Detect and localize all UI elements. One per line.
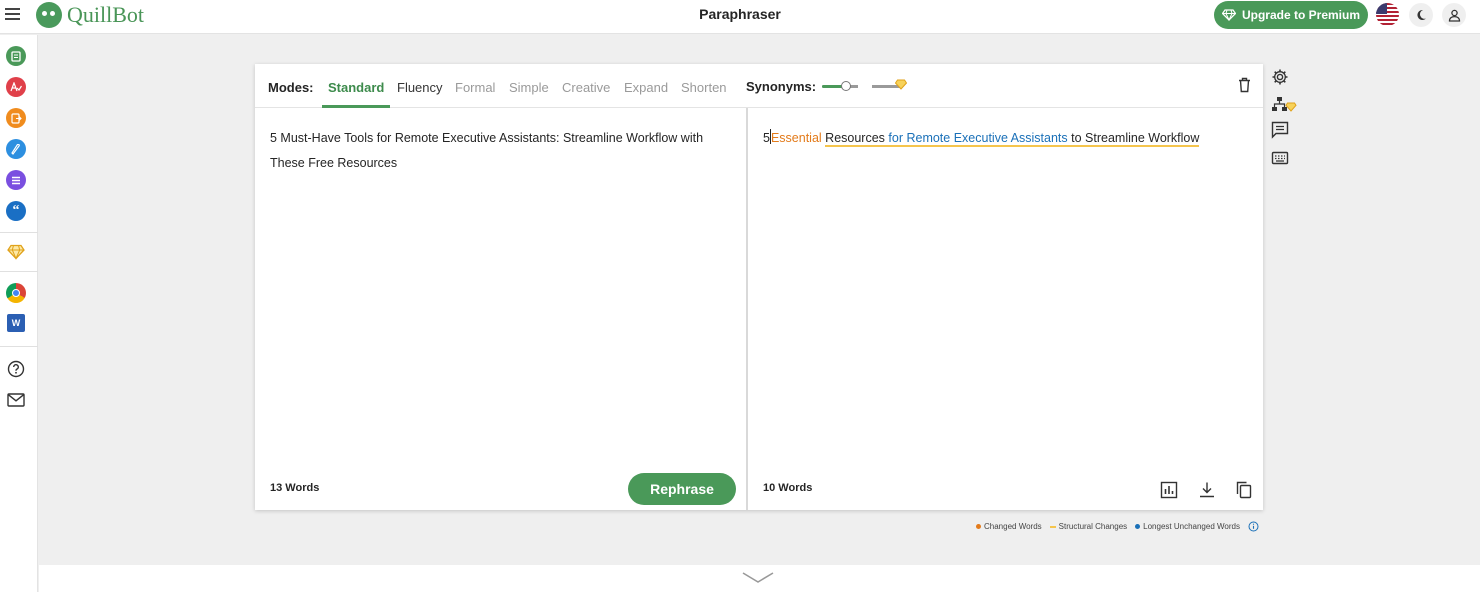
pane-divider	[746, 108, 748, 510]
tab-fluency[interactable]: Fluency	[397, 80, 443, 95]
legend-unchanged-label: Longest Unchanged Words	[1143, 522, 1240, 531]
trash-icon[interactable]	[1238, 77, 1251, 93]
tab-shorten[interactable]: Shorten	[681, 80, 727, 95]
paraphraser-icon[interactable]	[6, 46, 26, 66]
tab-standard[interactable]: Standard	[328, 80, 384, 95]
plagiarism-checker-icon[interactable]	[6, 108, 26, 128]
synonyms-slider[interactable]	[822, 79, 907, 91]
changed-word[interactable]: Essential	[771, 131, 822, 145]
output-text-area[interactable]: 5Essential Resources for Remote Executiv…	[763, 126, 1243, 151]
chrome-extension-icon[interactable]	[6, 283, 26, 303]
diamond-icon	[1221, 9, 1236, 21]
unchanged-dot	[1135, 524, 1141, 529]
user-icon	[1448, 9, 1460, 22]
account-button[interactable]	[1442, 3, 1466, 27]
tab-expand[interactable]: Expand	[624, 80, 668, 95]
slider-gap	[858, 82, 872, 90]
summarizer-icon[interactable]	[6, 170, 26, 190]
input-text-area[interactable]: 5 Must-Have Tools for Remote Executive A…	[270, 126, 730, 176]
grammar-checker-icon[interactable]	[6, 77, 26, 97]
mail-icon[interactable]	[6, 390, 26, 410]
output-word[interactable]: 5	[763, 131, 770, 145]
top-bar: QuillBot Paraphraser Upgrade to Premium	[0, 0, 1480, 34]
page-title: Paraphraser	[699, 6, 781, 22]
copy-icon[interactable]	[1235, 481, 1253, 499]
legend-changed: Changed Words	[976, 522, 1042, 531]
unchanged-phrase[interactable]: for Remote Executive Assistants	[888, 131, 1068, 147]
rail-divider	[0, 346, 38, 347]
tools-sidebar: “ W	[0, 35, 38, 592]
menu-icon[interactable]	[5, 8, 21, 22]
citation-generator-icon[interactable]: “	[6, 201, 26, 221]
mode-bar: Modes: Standard Fluency Formal Simple Cr…	[255, 64, 1263, 108]
help-icon[interactable]	[6, 359, 26, 379]
word-addin-icon[interactable]: W	[7, 314, 25, 332]
quillbot-logo-icon	[36, 2, 62, 28]
color-legend: Changed Words Structural Changes Longest…	[976, 521, 1259, 532]
output-word-count: 10 Words	[763, 482, 813, 494]
co-writer-icon[interactable]	[6, 139, 26, 159]
legend-structural-label: Structural Changes	[1058, 522, 1128, 531]
legend-unchanged: Longest Unchanged Words	[1135, 522, 1240, 531]
legend-structural: Structural Changes	[1049, 522, 1128, 531]
tab-formal[interactable]: Formal	[455, 80, 495, 95]
legend-changed-label: Changed Words	[984, 522, 1042, 531]
keyboard-shortcuts-icon[interactable]	[1271, 149, 1289, 167]
modes-label: Modes:	[268, 80, 314, 95]
tab-simple[interactable]: Simple	[509, 80, 549, 95]
paraphraser-card: Modes: Standard Fluency Formal Simple Cr…	[255, 64, 1263, 510]
synonyms-label: Synonyms:	[746, 79, 817, 94]
changed-dot	[976, 524, 981, 529]
premium-diamond-icon[interactable]	[6, 242, 26, 262]
rail-divider	[0, 232, 38, 233]
slider-premium-diamond-icon	[895, 79, 907, 90]
upgrade-label: Upgrade to Premium	[1241, 8, 1361, 22]
upgrade-premium-button[interactable]: Upgrade to Premium	[1214, 1, 1368, 29]
download-icon[interactable]	[1198, 481, 1216, 499]
statistics-icon[interactable]	[1160, 481, 1178, 499]
structural-dash	[1049, 525, 1056, 528]
input-word-count: 13 Words	[270, 482, 320, 494]
logo-text: QuillBot	[67, 2, 145, 27]
rail-divider	[0, 271, 38, 272]
structural-phrase[interactable]: Resources	[825, 131, 889, 147]
info-icon[interactable]	[1248, 521, 1259, 532]
compare-modes-icon[interactable]	[1271, 96, 1297, 114]
feedback-icon[interactable]	[1271, 121, 1289, 139]
settings-gear-icon[interactable]	[1271, 68, 1289, 86]
dark-mode-button[interactable]	[1409, 3, 1433, 27]
moon-icon	[1417, 9, 1426, 20]
structural-phrase[interactable]: to Streamline Workflow	[1067, 131, 1200, 147]
us-flag-icon[interactable]	[1376, 3, 1399, 26]
chevron-down-icon[interactable]	[742, 572, 774, 584]
slider-thumb[interactable]	[841, 81, 851, 91]
rephrase-button[interactable]: Rephrase	[628, 473, 736, 505]
active-tab-indicator	[322, 105, 390, 108]
logo[interactable]: QuillBot	[36, 1, 144, 29]
tab-creative[interactable]: Creative	[562, 80, 610, 95]
